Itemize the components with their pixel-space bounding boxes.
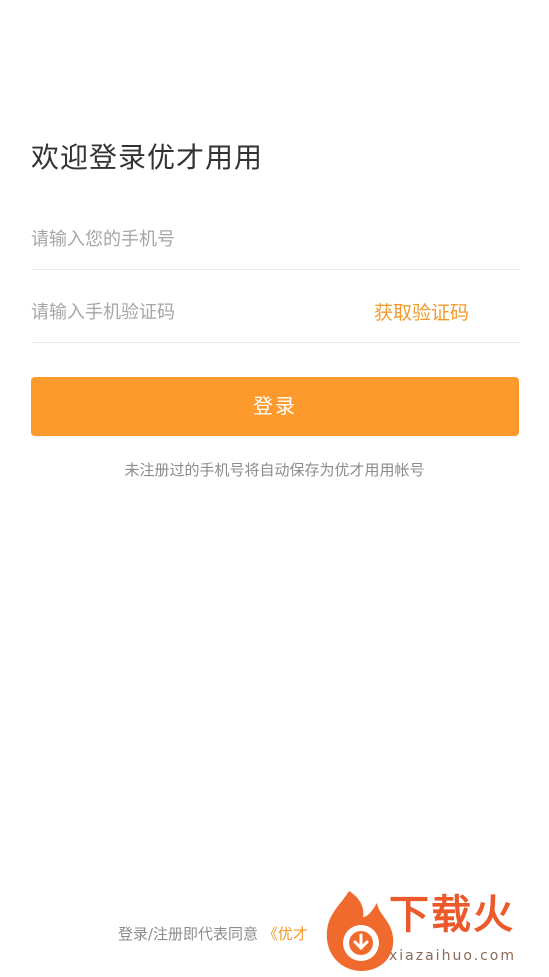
watermark: 下载火 xiazaihuo.com <box>319 887 549 977</box>
agreement-text: 登录/注册即代表同意 《优才 <box>118 924 308 944</box>
login-screen: 欢迎登录优才用用 获取验证码 登录 未注册过的手机号将自动保存为优才用用帐号 登… <box>0 0 549 977</box>
flame-logo-icon <box>326 891 394 971</box>
watermark-brand: 下载火 <box>389 892 515 938</box>
phone-field <box>31 199 519 270</box>
agreement-prefix: 登录/注册即代表同意 <box>118 925 259 943</box>
get-code-button[interactable]: 获取验证码 <box>374 300 469 326</box>
page-title: 欢迎登录优才用用 <box>31 141 264 174</box>
agreement-link[interactable]: 《优才 <box>263 925 308 943</box>
verification-code-field: 获取验证码 <box>31 272 519 343</box>
phone-input[interactable] <box>31 221 331 257</box>
auto-register-hint: 未注册过的手机号将自动保存为优才用用帐号 <box>124 461 425 479</box>
watermark-domain: xiazaihuo.com <box>389 948 516 964</box>
login-button[interactable]: 登录 <box>31 377 519 436</box>
verification-code-input[interactable] <box>31 294 331 330</box>
